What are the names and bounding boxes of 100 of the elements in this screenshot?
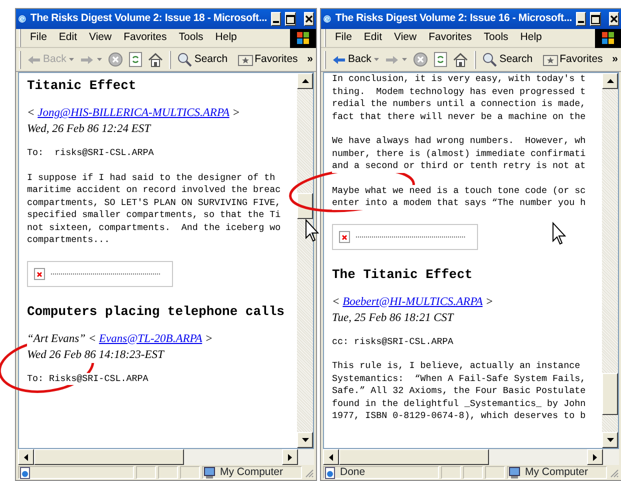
close-button[interactable] bbox=[609, 12, 619, 26]
dropdown-caret-icon[interactable] bbox=[402, 58, 408, 61]
menu-item[interactable]: Tools bbox=[478, 30, 514, 46]
status-pane bbox=[180, 466, 200, 479]
search-icon bbox=[177, 52, 192, 67]
dotted-line-icon bbox=[356, 236, 466, 238]
minimize-button[interactable] bbox=[271, 12, 281, 26]
date-line: Tue, 25 Feb 86 18:21 CST bbox=[332, 310, 455, 326]
dropdown-caret-icon[interactable] bbox=[97, 58, 102, 61]
mouse-cursor-icon bbox=[552, 222, 566, 245]
body-text: We have always had wrong numbers. However, wh number, there is (almost) immediate confirmati and a second or third or tenth retry is not at bbox=[332, 135, 586, 172]
menu-item[interactable]: Favorites bbox=[422, 30, 478, 46]
sender-line: < Boebert@HI-MULTICS.ARPA > bbox=[332, 294, 494, 310]
article-heading: Computers placing telephone calls bbox=[27, 302, 284, 320]
more-button[interactable]: » bbox=[304, 52, 316, 68]
broken-image-icon bbox=[34, 268, 45, 280]
menu-item[interactable]: Tools bbox=[172, 30, 210, 46]
body-text: Maybe what we need is a touch tone code (or sc enter into a modem that says “The number you h bbox=[332, 184, 586, 210]
refresh-icon[interactable] bbox=[434, 52, 448, 67]
star-folder-icon bbox=[238, 53, 253, 66]
menu-item[interactable]: View bbox=[388, 30, 423, 46]
body-text: This rule is, I believe, actually an instance Systemantics: “When A Fail-Safe System Fails, Safe.” All 32 Axioms, the Four Basic Postulate found in the delightful _Systemantics_ by John 1977, ISBN 0-8129-0674-8), which deserves to b bbox=[332, 360, 586, 422]
close-button[interactable] bbox=[304, 12, 314, 26]
scroll-down-icon bbox=[302, 438, 308, 442]
refresh-icon[interactable] bbox=[129, 52, 142, 67]
body-text: cc: risks@SRI-CSL.ARPA bbox=[332, 336, 454, 348]
scroll-up-icon bbox=[302, 79, 308, 83]
resize-grip-icon bbox=[304, 468, 314, 478]
maximize-button[interactable] bbox=[285, 12, 296, 26]
search-button[interactable]: Search bbox=[174, 52, 231, 68]
dotted-line-icon bbox=[51, 272, 161, 274]
security-zone: My Computer bbox=[220, 464, 284, 480]
maximize-icon bbox=[591, 14, 600, 24]
flag-icon bbox=[602, 32, 614, 44]
date-line: Wed, 26 Feb 86 12:24 EST bbox=[27, 122, 152, 137]
broken-image-icon bbox=[339, 230, 350, 242]
scroll-down-icon bbox=[606, 438, 614, 442]
computer-icon bbox=[508, 466, 521, 478]
scroll-right-icon bbox=[288, 454, 292, 460]
window-title: The Risks Digest Volume 2: Issue 16 - Microsoft... bbox=[335, 11, 572, 26]
date-line: Wed 26 Feb 86 14:18:23-EST bbox=[27, 348, 166, 362]
body-text: To: Risks@SRI-CSL.ARPA bbox=[27, 372, 148, 385]
scrollbar-thumb[interactable] bbox=[602, 373, 618, 415]
close-icon bbox=[610, 15, 618, 23]
email-link[interactable]: Evans@TL-20B.ARPA bbox=[98, 332, 202, 344]
sender-line: “Art Evans” < Evans@TL-20B.ARPA > bbox=[27, 332, 213, 346]
flag-icon bbox=[297, 32, 309, 44]
status-text: Done bbox=[340, 464, 366, 480]
search-icon bbox=[482, 52, 498, 67]
body-text: To: risks@SRI-CSL.ARPA bbox=[27, 147, 154, 160]
scrollbar-thumb[interactable] bbox=[339, 449, 489, 465]
dropdown-caret-icon[interactable] bbox=[374, 58, 380, 61]
status-pane bbox=[158, 466, 178, 479]
scrollbar-thumb[interactable] bbox=[297, 193, 313, 219]
sender-line: < Jong@HIS-BILLERICA-MULTICS.ARPA > bbox=[27, 106, 240, 121]
favorites-button[interactable]: Favorites bbox=[234, 52, 301, 68]
favorites-button[interactable]: Favorites bbox=[540, 52, 606, 68]
home-icon[interactable] bbox=[148, 52, 164, 66]
horizontal-scrollbar[interactable] bbox=[18, 449, 314, 465]
vertical-scrollbar[interactable] bbox=[602, 73, 618, 448]
home-icon[interactable] bbox=[453, 52, 468, 66]
menu-item[interactable]: Edit bbox=[358, 30, 388, 46]
email-link[interactable]: Jong@HIS-BILLERICA-MULTICS.ARPA bbox=[38, 107, 230, 119]
computer-icon bbox=[203, 466, 216, 478]
maximize-button[interactable] bbox=[590, 12, 601, 26]
dropdown-caret-icon[interactable] bbox=[69, 58, 74, 61]
scroll-left-icon bbox=[329, 454, 333, 460]
menu-item[interactable]: File bbox=[24, 30, 53, 46]
horizontal-scrollbar[interactable] bbox=[323, 449, 619, 465]
stop-icon[interactable] bbox=[413, 52, 428, 67]
menu-item[interactable]: Help bbox=[514, 30, 548, 46]
status-pane bbox=[463, 466, 483, 479]
close-icon bbox=[305, 15, 313, 23]
stop-icon[interactable] bbox=[108, 52, 124, 67]
window-title: The Risks Digest Volume 2: Issue 18 - Microsoft... bbox=[30, 11, 267, 26]
scroll-left-icon bbox=[24, 454, 28, 460]
back-arrow-icon bbox=[332, 54, 346, 64]
back-button[interactable]: Back bbox=[329, 52, 374, 68]
star-folder-icon bbox=[542, 53, 558, 66]
scroll-up-icon bbox=[606, 79, 614, 83]
more-button[interactable]: » bbox=[609, 52, 621, 68]
menu-item[interactable]: File bbox=[329, 30, 358, 46]
security-zone: My Computer bbox=[525, 464, 588, 480]
status-pane bbox=[136, 466, 156, 479]
scrollbar-thumb[interactable] bbox=[34, 449, 184, 465]
body-text: I suppose if I had said to the designer of th maritime accident on record involved the breac compartments, SO LET'S PLAN ON SURVIVING FIVE, specified smaller compartments, so that the Ti not sixteen, compartments. And the iceberg wo compartments... bbox=[27, 172, 281, 246]
vertical-scrollbar[interactable] bbox=[297, 73, 313, 448]
back-arrow-icon bbox=[27, 54, 41, 64]
menu-item[interactable]: Help bbox=[209, 30, 243, 46]
page-icon bbox=[19, 466, 31, 478]
email-link[interactable]: Boebert@HI-MULTICS.ARPA bbox=[342, 296, 483, 308]
menu-item[interactable]: Favorites bbox=[118, 30, 173, 46]
mouse-cursor-icon bbox=[306, 218, 320, 242]
menu-item[interactable]: View bbox=[83, 30, 118, 46]
status-pane bbox=[485, 466, 505, 479]
search-button[interactable]: Search bbox=[479, 52, 536, 68]
minimize-button[interactable] bbox=[576, 12, 586, 26]
status-pane bbox=[441, 466, 461, 479]
menu-item[interactable]: Edit bbox=[52, 30, 84, 46]
scroll-right-icon bbox=[593, 454, 597, 460]
